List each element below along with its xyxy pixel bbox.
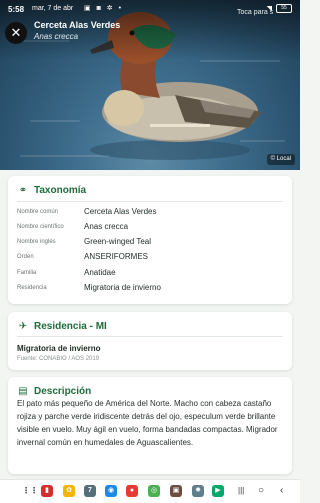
- app-chat-icon[interactable]: ●: [126, 485, 138, 497]
- description-text: El pato más pequeño de América del Norte…: [17, 399, 278, 447]
- divider: [17, 336, 283, 337]
- species-title: Cerceta Alas Verdes: [34, 20, 121, 30]
- divider: [17, 201, 283, 202]
- status-time: 5:58: [8, 5, 25, 14]
- app-photos-icon[interactable]: ✿: [63, 485, 75, 497]
- battery-icon: 55: [276, 4, 292, 13]
- taxonomy-title: Taxonomía: [34, 185, 87, 196]
- photo-icon: ▣: [84, 5, 93, 12]
- description-title: Descripción: [34, 386, 92, 397]
- tap-hint[interactable]: Toca para s: [237, 9, 273, 16]
- app-chrome-icon[interactable]: ◎: [148, 485, 160, 497]
- row-label: Familia: [17, 270, 37, 276]
- tree-icon: ⚭: [18, 185, 28, 196]
- residence-header: ✈ Residencia - MI: [17, 321, 107, 332]
- close-button[interactable]: ✕: [5, 22, 27, 44]
- photo-credit: © Local: [266, 154, 295, 165]
- description-card: ▤ Descripción El pato más pequeño de Amé…: [8, 377, 292, 474]
- document-icon: ▤: [18, 386, 28, 397]
- status-date: mar, 7 de abr: [32, 5, 74, 12]
- app-red-icon[interactable]: ▮: [41, 485, 53, 497]
- residence-value: Migratoria de invierno: [17, 344, 101, 353]
- row-value: Green-winged Teal: [84, 237, 152, 246]
- taxonomy-card: ⚭ Taxonomía Nombre común Cerceta Alas Ve…: [8, 176, 292, 304]
- dot-icon: •: [118, 5, 124, 12]
- app-play-icon[interactable]: ▶: [212, 485, 224, 497]
- row-value: Anas crecca: [84, 222, 129, 231]
- description-header: ▤ Descripción: [17, 386, 91, 397]
- row-label: Nombre común: [17, 209, 59, 215]
- camera-icon: ◙: [96, 5, 103, 12]
- airplane-icon: ✈: [18, 321, 28, 332]
- taxonomy-header: ⚭ Taxonomía: [17, 185, 86, 196]
- app-photo-icon[interactable]: ▣: [170, 485, 182, 497]
- row-value: ANSERIFORMES: [84, 252, 149, 261]
- bird-photo[interactable]: 5:58 mar, 7 de abr ▣ ◙ ✲ • ◥ 55 ✕ Cercet…: [0, 0, 300, 170]
- row-value: Anatidae: [84, 268, 116, 277]
- row-value: Cerceta Alas Verdes: [84, 207, 157, 216]
- row-label: Nombre inglés: [17, 239, 56, 245]
- close-icon: ✕: [10, 25, 22, 40]
- row-label: Orden: [17, 254, 34, 260]
- settings-icon: ✲: [106, 5, 115, 12]
- residence-source: Fuente: CONABIO / AOS 2019: [17, 356, 100, 362]
- home-button[interactable]: ○: [258, 484, 264, 498]
- navigation-bar: ⋮⋮ ▮ ✿ 7 ◉ ● ◎ ▣ ✹ ▶ ||| ○ ‹: [0, 479, 300, 503]
- app-browser-icon[interactable]: ◉: [105, 485, 117, 497]
- app-calendar-icon[interactable]: 7: [84, 485, 96, 497]
- apps-grid-icon[interactable]: ⋮⋮: [22, 485, 38, 497]
- recent-apps-button[interactable]: |||: [238, 484, 244, 498]
- status-icons: ▣ ◙ ✲ •: [84, 4, 123, 12]
- row-value: Migratoria de invierno: [84, 283, 161, 292]
- row-label: Residencia: [17, 285, 47, 291]
- app-settings-icon[interactable]: ✹: [192, 485, 204, 497]
- residence-card: ✈ Residencia - MI Migratoria de invierno…: [8, 312, 292, 370]
- row-label: Nombre científico: [17, 224, 64, 230]
- back-button[interactable]: ‹: [280, 484, 283, 498]
- residence-title: Residencia - MI: [34, 321, 107, 332]
- species-subtitle: Anas crecca: [34, 32, 79, 41]
